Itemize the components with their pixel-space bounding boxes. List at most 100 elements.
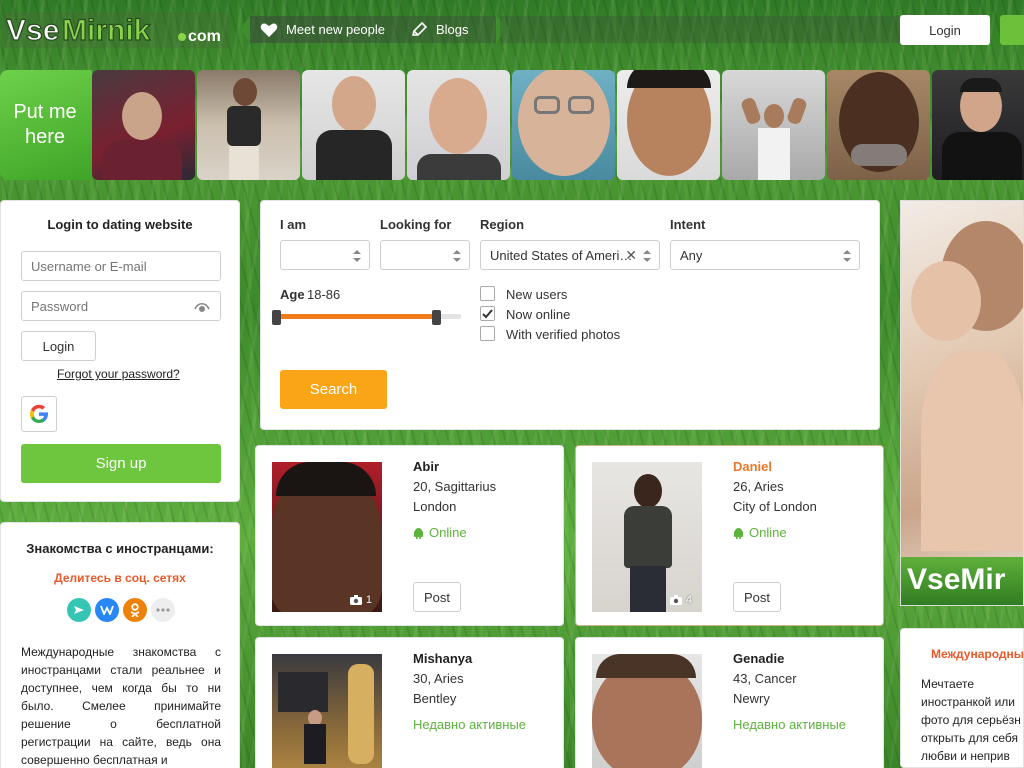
- profile-status-label: Недавно активные: [413, 717, 527, 732]
- i-am-select[interactable]: [280, 240, 370, 270]
- login-panel-title: Login to dating website: [47, 217, 193, 232]
- looking-for-label: Looking for: [380, 217, 452, 232]
- new-users-checkbox[interactable]: [480, 286, 495, 301]
- age-slider-fill: [276, 314, 436, 319]
- ok-icon[interactable]: [123, 598, 147, 622]
- photo-count-value: 1: [365, 594, 372, 606]
- profile-name[interactable]: Genadie: [733, 651, 784, 666]
- profile-age-sign: 43, Cancer: [733, 671, 797, 686]
- login-button[interactable]: Login: [21, 331, 96, 361]
- photo-count: 4: [669, 594, 692, 606]
- age-max-handle[interactable]: [432, 310, 441, 325]
- nav-label: Blogs: [436, 22, 469, 37]
- right-panel-title: Международны: [931, 647, 1024, 661]
- age-slider[interactable]: [272, 310, 461, 325]
- info-panel-title: Знакомства с иностранцами:: [26, 541, 214, 556]
- intent-select[interactable]: Any: [670, 240, 860, 270]
- strip-photo[interactable]: [722, 70, 825, 180]
- profile-status: Online: [413, 525, 467, 540]
- select-arrows-icon: [843, 250, 851, 262]
- ad-logo: VseMir: [907, 563, 1006, 596]
- more-icon[interactable]: [151, 598, 175, 622]
- password-field[interactable]: [21, 291, 221, 321]
- camera-icon: [669, 595, 682, 605]
- region-label: Region: [480, 217, 525, 232]
- check-icon: [482, 309, 493, 319]
- username-input[interactable]: [21, 251, 221, 281]
- send-icon[interactable]: [67, 598, 91, 622]
- google-login-button[interactable]: [21, 396, 57, 432]
- google-icon: [30, 404, 48, 423]
- profile-age-sign: 20, Sagittarius: [413, 479, 497, 494]
- heart-icon: [260, 23, 278, 37]
- site-header: Vse Mirnik com Meet new people Blogs Log…: [0, 0, 1024, 60]
- age-value: 18-86: [307, 287, 341, 302]
- password-input[interactable]: [22, 293, 182, 319]
- photo-count: 1: [349, 594, 372, 606]
- nav-bar-extension: Blogs: [411, 16, 900, 43]
- profile-photo[interactable]: 4: [592, 462, 702, 612]
- nav-meet-new-people[interactable]: Meet new people: [260, 16, 385, 43]
- profile-name[interactable]: Abir: [413, 459, 439, 474]
- profile-photo[interactable]: 1: [272, 462, 382, 612]
- profile-name[interactable]: Daniel: [733, 459, 772, 474]
- now-online-checkbox[interactable]: [480, 306, 495, 321]
- strip-photo[interactable]: [617, 70, 720, 180]
- profile-status-label: Online: [749, 525, 787, 540]
- verified-photos-label: With verified photos: [506, 327, 621, 342]
- site-logo[interactable]: Vse Mirnik com: [2, 10, 232, 50]
- header-signup-button[interactable]: [1000, 15, 1024, 45]
- post-button[interactable]: Post: [413, 582, 461, 612]
- forgot-password-link[interactable]: Forgot your password?: [57, 367, 180, 381]
- info-panel: Знакомства с иностранцами: Делитесь в со…: [0, 522, 240, 768]
- svg-text:Mirnik: Mirnik: [62, 14, 151, 47]
- ad-banner[interactable]: VseMir: [900, 200, 1024, 606]
- strip-photo[interactable]: [932, 70, 1024, 180]
- nav-blogs[interactable]: Blogs: [410, 16, 469, 43]
- signup-button[interactable]: Sign up: [21, 444, 221, 483]
- profile-status: Недавно активные: [733, 717, 846, 732]
- strip-photo[interactable]: [407, 70, 510, 180]
- profile-age-sign: 30, Aries: [413, 671, 464, 686]
- camera-icon: [349, 595, 362, 605]
- strip-photo[interactable]: [197, 70, 300, 180]
- strip-photo[interactable]: [827, 70, 930, 180]
- profile-card[interactable]: 4 Daniel 26, Aries City of London Online…: [575, 445, 884, 626]
- eye-icon[interactable]: [194, 301, 210, 313]
- profile-status: Online: [733, 525, 787, 540]
- profile-photo[interactable]: [272, 654, 382, 768]
- profile-card[interactable]: 1 Abir 20, Sagittarius London Online Pos…: [255, 445, 564, 626]
- region-value: United States of Ameri…: [490, 247, 633, 263]
- profile-status-label: Недавно активные: [733, 717, 847, 732]
- clear-icon[interactable]: ✕: [625, 247, 637, 264]
- select-arrows-icon: [453, 250, 461, 262]
- strip-photo[interactable]: [302, 70, 405, 180]
- header-login-button[interactable]: Login: [900, 15, 990, 45]
- profile-city: London: [413, 499, 457, 514]
- age-min-handle[interactable]: [272, 310, 281, 325]
- info-text: Международные знакомства с иностранцами …: [21, 645, 221, 767]
- profile-name[interactable]: Mishanya: [413, 651, 472, 666]
- intent-label: Intent: [670, 217, 706, 232]
- strip-photo[interactable]: [512, 70, 615, 180]
- i-am-label: I am: [280, 217, 307, 232]
- profile-card[interactable]: Mishanya 30, Aries Bentley Недавно актив…: [255, 637, 564, 768]
- profile-city: Bentley: [413, 691, 457, 706]
- pencil-icon: [411, 21, 428, 36]
- search-button[interactable]: Search: [280, 370, 387, 409]
- strip-photo[interactable]: [92, 70, 195, 180]
- profile-card[interactable]: Genadie 43, Cancer Newry Недавно активны…: [575, 637, 884, 768]
- profile-city: Newry: [733, 691, 770, 706]
- looking-for-select[interactable]: [380, 240, 470, 270]
- vk-icon[interactable]: [95, 598, 119, 622]
- verified-photos-checkbox[interactable]: [480, 326, 495, 341]
- android-icon: [734, 527, 743, 539]
- put-me-here-button[interactable]: Put me here: [0, 70, 102, 180]
- region-select[interactable]: United States of Ameri… ✕: [480, 240, 660, 270]
- post-button[interactable]: Post: [733, 582, 781, 612]
- profile-photo[interactable]: [592, 654, 702, 768]
- intent-value: Any: [680, 247, 703, 263]
- profile-status-label: Online: [429, 525, 467, 540]
- android-icon: [414, 527, 423, 539]
- select-arrows-icon: [643, 250, 651, 262]
